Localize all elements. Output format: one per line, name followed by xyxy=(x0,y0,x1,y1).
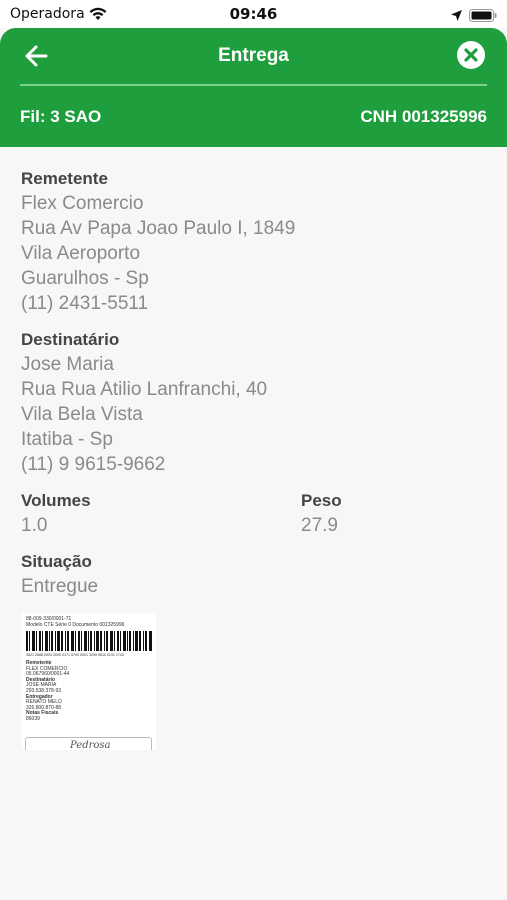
sender-section: Remetente Flex Comercio Rua Av Papa Joao… xyxy=(21,167,295,316)
license-label: CNH 001325996 xyxy=(360,107,487,126)
sender-phone: (11) 2431-5511 xyxy=(21,293,149,314)
sender-address: Rua Av Papa Joao Paulo I, 1849 xyxy=(21,218,296,239)
receipt-lines: Remetente FLEX COMERCIO 05.067960/0001-4… xyxy=(26,660,69,723)
recipient-city: Itatiba - Sp xyxy=(21,429,113,450)
volumes-label: Volumes xyxy=(21,491,91,510)
branch-label: Fil: 3 SAO xyxy=(20,107,102,126)
recipient-label: Destinatário xyxy=(21,330,120,349)
recipient-district: Vila Bela Vista xyxy=(21,404,143,425)
close-icon xyxy=(464,48,478,62)
weight-value: 27.9 xyxy=(301,515,338,536)
delivery-details: Remetente Flex Comercio Rua Av Papa Joao… xyxy=(0,147,507,900)
status-section: Situação Entregue xyxy=(21,550,98,599)
signature-box: Pedrosa xyxy=(25,737,152,750)
sender-district: Vila Aeroporto xyxy=(21,243,141,264)
sender-label: Remetente xyxy=(21,169,108,188)
sender-name: Flex Comercio xyxy=(21,193,144,214)
weight-label: Peso xyxy=(301,491,342,510)
recipient-name: Jose Maria xyxy=(21,354,114,375)
recipient-phone: (11) 9 9615-9662 xyxy=(21,454,166,475)
recipient-address: Rua Rua Atilio Lanfranchi, 40 xyxy=(21,379,268,400)
status-label: Situação xyxy=(21,552,92,571)
signature: Pedrosa xyxy=(70,740,111,750)
close-button[interactable] xyxy=(457,41,485,69)
receipt-model-line: Modelo CTE Série 0 Documento 001325996 xyxy=(26,622,125,628)
sender-city: Guarulhos - Sp xyxy=(21,268,149,289)
weight-section: Peso 27.9 xyxy=(301,489,342,538)
header-divider xyxy=(20,84,487,86)
barcode-number: 3521 0588 0093 3000 0171 5700 0001 3259 … xyxy=(26,653,124,657)
clock: 09:46 xyxy=(229,5,278,23)
volumes-section: Volumes 1.0 xyxy=(21,489,91,538)
location-arrow-icon xyxy=(450,7,463,26)
status-value: Entregue xyxy=(21,576,99,597)
barcode-icon xyxy=(26,631,152,651)
page-title: Entrega xyxy=(218,45,289,66)
delivery-receipt-photo[interactable]: 88-009-330/0001-71 Modelo CTE Série 0 Do… xyxy=(22,613,156,750)
app-header: Entrega Fil: 3 SAO CNH 001325996 xyxy=(0,28,507,147)
battery-icon xyxy=(469,7,497,26)
status-bar: Operadora 09:46 xyxy=(0,0,507,28)
receipt-line: 86039 xyxy=(26,715,40,722)
volumes-value: 1.0 xyxy=(21,515,48,536)
recipient-section: Destinatário Jose Maria Rua Rua Atilio L… xyxy=(21,328,267,477)
